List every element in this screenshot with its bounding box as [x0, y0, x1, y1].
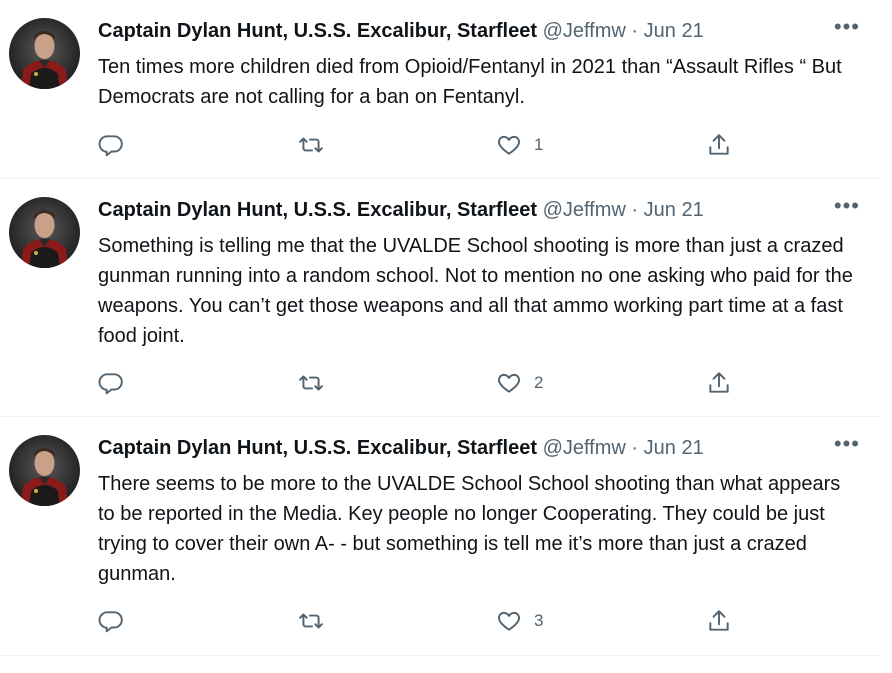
tweet-actions: 1: [98, 130, 758, 160]
like-button[interactable]: 2: [496, 368, 543, 398]
more-options-icon[interactable]: •••: [834, 431, 860, 457]
share-icon: [709, 372, 729, 393]
tweet[interactable]: Captain Dylan Hunt, U.S.S. Excalibur, St…: [0, 179, 880, 417]
separator-dot: ·: [631, 199, 639, 221]
separator-dot: ·: [631, 437, 639, 459]
tweet-text: Something is telling me that the UVALDE …: [98, 235, 853, 347]
retweet-button[interactable]: [298, 368, 324, 398]
reply-button[interactable]: [98, 606, 124, 636]
author-name[interactable]: Captain Dylan Hunt, U.S.S. Excalibur, St…: [98, 199, 537, 221]
like-button[interactable]: 1: [496, 130, 543, 160]
tweet[interactable]: Captain Dylan Hunt, U.S.S. Excalibur, St…: [0, 0, 880, 179]
like-count: 1: [534, 135, 544, 154]
like-count: 2: [534, 373, 544, 392]
retweet-icon: [299, 375, 323, 391]
reply-icon: [98, 373, 123, 395]
tweet-header: Captain Dylan Hunt, U.S.S. Excalibur, St…: [98, 193, 860, 227]
more-options-icon[interactable]: •••: [834, 14, 860, 40]
avatar[interactable]: [9, 435, 80, 506]
tweet-date[interactable]: Jun 21: [644, 437, 704, 459]
heart-icon: [498, 135, 520, 155]
retweet-button[interactable]: [298, 606, 324, 636]
heart-icon: [498, 373, 520, 393]
reply-button[interactable]: [98, 368, 124, 398]
like-count: 3: [534, 611, 544, 630]
share-button[interactable]: [706, 368, 732, 398]
author-handle[interactable]: @Jeffmw: [543, 437, 626, 459]
timeline-feed: Captain Dylan Hunt, U.S.S. Excalibur, St…: [0, 0, 892, 673]
heart-icon: [498, 611, 520, 631]
retweet-icon: [299, 137, 323, 153]
share-icon: [709, 610, 729, 631]
reply-icon: [98, 611, 123, 633]
retweet-icon: [299, 613, 323, 629]
reply-icon: [98, 135, 123, 157]
author-name[interactable]: Captain Dylan Hunt, U.S.S. Excalibur, St…: [98, 20, 537, 42]
tweet-header: Captain Dylan Hunt, U.S.S. Excalibur, St…: [98, 431, 860, 465]
tweet-date[interactable]: Jun 21: [644, 20, 704, 42]
author-name[interactable]: Captain Dylan Hunt, U.S.S. Excalibur, St…: [98, 437, 537, 459]
tweet-date[interactable]: Jun 21: [644, 199, 704, 221]
tweet-text: There seems to be more to the UVALDE Sch…: [98, 473, 841, 585]
tweet[interactable]: Captain Dylan Hunt, U.S.S. Excalibur, St…: [0, 417, 880, 656]
tweet-header: Captain Dylan Hunt, U.S.S. Excalibur, St…: [98, 14, 860, 48]
tweet-actions: 3: [98, 606, 758, 636]
author-handle[interactable]: @Jeffmw: [543, 199, 626, 221]
retweet-button[interactable]: [298, 130, 324, 160]
tweet-actions: 2: [98, 368, 758, 398]
share-button[interactable]: [706, 130, 732, 160]
avatar[interactable]: [9, 197, 80, 268]
tweet-text: Ten times more children died from Opioid…: [98, 56, 842, 108]
share-button[interactable]: [706, 606, 732, 636]
author-handle[interactable]: @Jeffmw: [543, 20, 626, 42]
share-icon: [709, 134, 729, 155]
separator-dot: ·: [631, 20, 639, 42]
more-options-icon[interactable]: •••: [834, 193, 860, 219]
reply-button[interactable]: [98, 130, 124, 160]
like-button[interactable]: 3: [496, 606, 543, 636]
avatar[interactable]: [9, 18, 80, 89]
